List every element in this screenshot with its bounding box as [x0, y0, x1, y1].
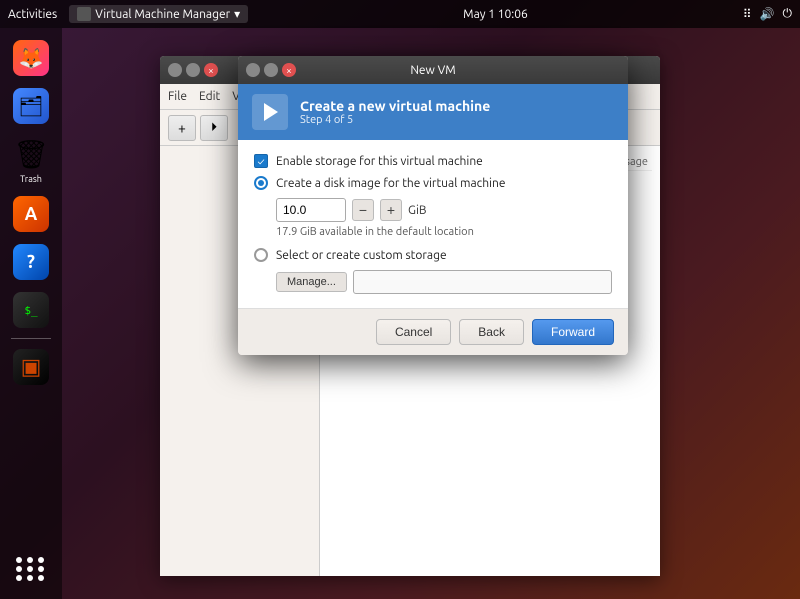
dock: 🦊 🗂 🗑 Trash A ? $_ ▣	[0, 28, 62, 599]
enable-storage-row: Enable storage for this virtual machine	[254, 154, 612, 168]
dock-item-terminal[interactable]: $_	[6, 288, 56, 332]
custom-storage-label: Select or create custom storage	[276, 249, 447, 262]
dialog-header-title: Create a new virtual machine	[300, 98, 490, 114]
dialog-header-step: Step 4 of 5	[300, 114, 490, 126]
dialog-header-text: Create a new virtual machine Step 4 of 5	[300, 98, 490, 126]
activities-button[interactable]: Activities	[8, 8, 57, 21]
dialog-maximize-btn[interactable]	[264, 63, 278, 77]
dock-item-software[interactable]: A	[6, 192, 56, 236]
decrease-size-btn[interactable]: −	[352, 199, 374, 221]
storage-path-input[interactable]	[353, 270, 612, 294]
back-button[interactable]: Back	[459, 319, 524, 345]
custom-storage-radio[interactable]	[254, 248, 268, 262]
vm-taskbar-label: Virtual Machine Manager	[95, 8, 230, 21]
toolbar-new-btn[interactable]: +	[168, 115, 196, 141]
apps-grid-icon	[6, 551, 56, 587]
create-disk-radio[interactable]	[254, 176, 268, 190]
taskbar: Activities Virtual Machine Manager ▾ May…	[0, 0, 800, 28]
cancel-button[interactable]: Cancel	[376, 319, 451, 345]
dialog-close-btn[interactable]: ×	[282, 63, 296, 77]
dock-item-files[interactable]: 🗂	[6, 84, 56, 128]
create-disk-label: Create a disk image for the virtual mach…	[276, 177, 505, 190]
toolbar-open-btn[interactable]: ⏵	[200, 115, 228, 141]
trash-icon: 🗑	[13, 136, 49, 172]
available-space-text: 17.9 GiB available in the default locati…	[276, 226, 612, 238]
files-icon: 🗂	[13, 88, 49, 124]
desktop: Activities Virtual Machine Manager ▾ May…	[0, 0, 800, 599]
bg-close-btn[interactable]: ×	[204, 63, 218, 77]
bg-titlebar-buttons: ×	[168, 63, 218, 77]
custom-storage-inputs: Manage...	[276, 270, 612, 294]
manage-btn[interactable]: Manage...	[276, 272, 347, 292]
menu-file[interactable]: File	[168, 90, 187, 103]
vm-taskbar-icon	[77, 7, 91, 21]
dock-item-trash[interactable]: 🗑 Trash	[6, 132, 56, 188]
dialog-titlebar: × New VM	[238, 56, 628, 84]
terminal-icon: $_	[13, 292, 49, 328]
dialog-titlebar-buttons: ×	[246, 63, 296, 77]
disk-size-unit: GiB	[408, 204, 427, 217]
bg-minimize-btn[interactable]	[168, 63, 182, 77]
enable-storage-label: Enable storage for this virtual machine	[276, 155, 483, 168]
vm-manager-taskbar-item[interactable]: Virtual Machine Manager ▾	[69, 5, 248, 23]
help-icon: ?	[13, 244, 49, 280]
trash-label: Trash	[20, 174, 42, 184]
bg-maximize-btn[interactable]	[186, 63, 200, 77]
software-icon: A	[13, 196, 49, 232]
dock-item-firefox[interactable]: 🦊	[6, 36, 56, 80]
dialog-header: Create a new virtual machine Step 4 of 5	[238, 84, 628, 140]
power-icon[interactable]: ⏻	[783, 7, 793, 21]
apps-grid-dots	[16, 557, 46, 581]
dialog-header-icon	[252, 94, 288, 130]
increase-size-btn[interactable]: +	[380, 199, 402, 221]
dialog-title: New VM	[296, 64, 570, 77]
vm-app-icon: ▣	[13, 349, 49, 385]
disk-size-input[interactable]	[276, 198, 346, 222]
taskbar-datetime: May 1 10:06	[463, 8, 528, 21]
firefox-icon: 🦊	[13, 40, 49, 76]
menu-edit[interactable]: Edit	[199, 90, 220, 103]
dock-item-apps[interactable]	[6, 547, 56, 591]
dialog-body: Enable storage for this virtual machine …	[238, 140, 628, 308]
enable-storage-checkbox[interactable]	[254, 154, 268, 168]
volume-icon: 🔊	[760, 7, 775, 21]
network-icon: ⠿	[743, 7, 752, 21]
disk-size-row: − + GiB	[276, 198, 612, 222]
vm-taskbar-arrow: ▾	[234, 7, 240, 21]
dock-item-vm-app[interactable]: ▣	[6, 345, 56, 389]
dialog-footer: Cancel Back Forward	[238, 308, 628, 355]
forward-button[interactable]: Forward	[532, 319, 614, 345]
dock-separator	[11, 338, 51, 339]
custom-storage-row: Select or create custom storage	[254, 248, 612, 262]
create-disk-row: Create a disk image for the virtual mach…	[254, 176, 612, 190]
new-vm-dialog: × New VM Create a new virtual machine St…	[238, 56, 628, 355]
dock-item-help[interactable]: ?	[6, 240, 56, 284]
dialog-minimize-btn[interactable]	[246, 63, 260, 77]
